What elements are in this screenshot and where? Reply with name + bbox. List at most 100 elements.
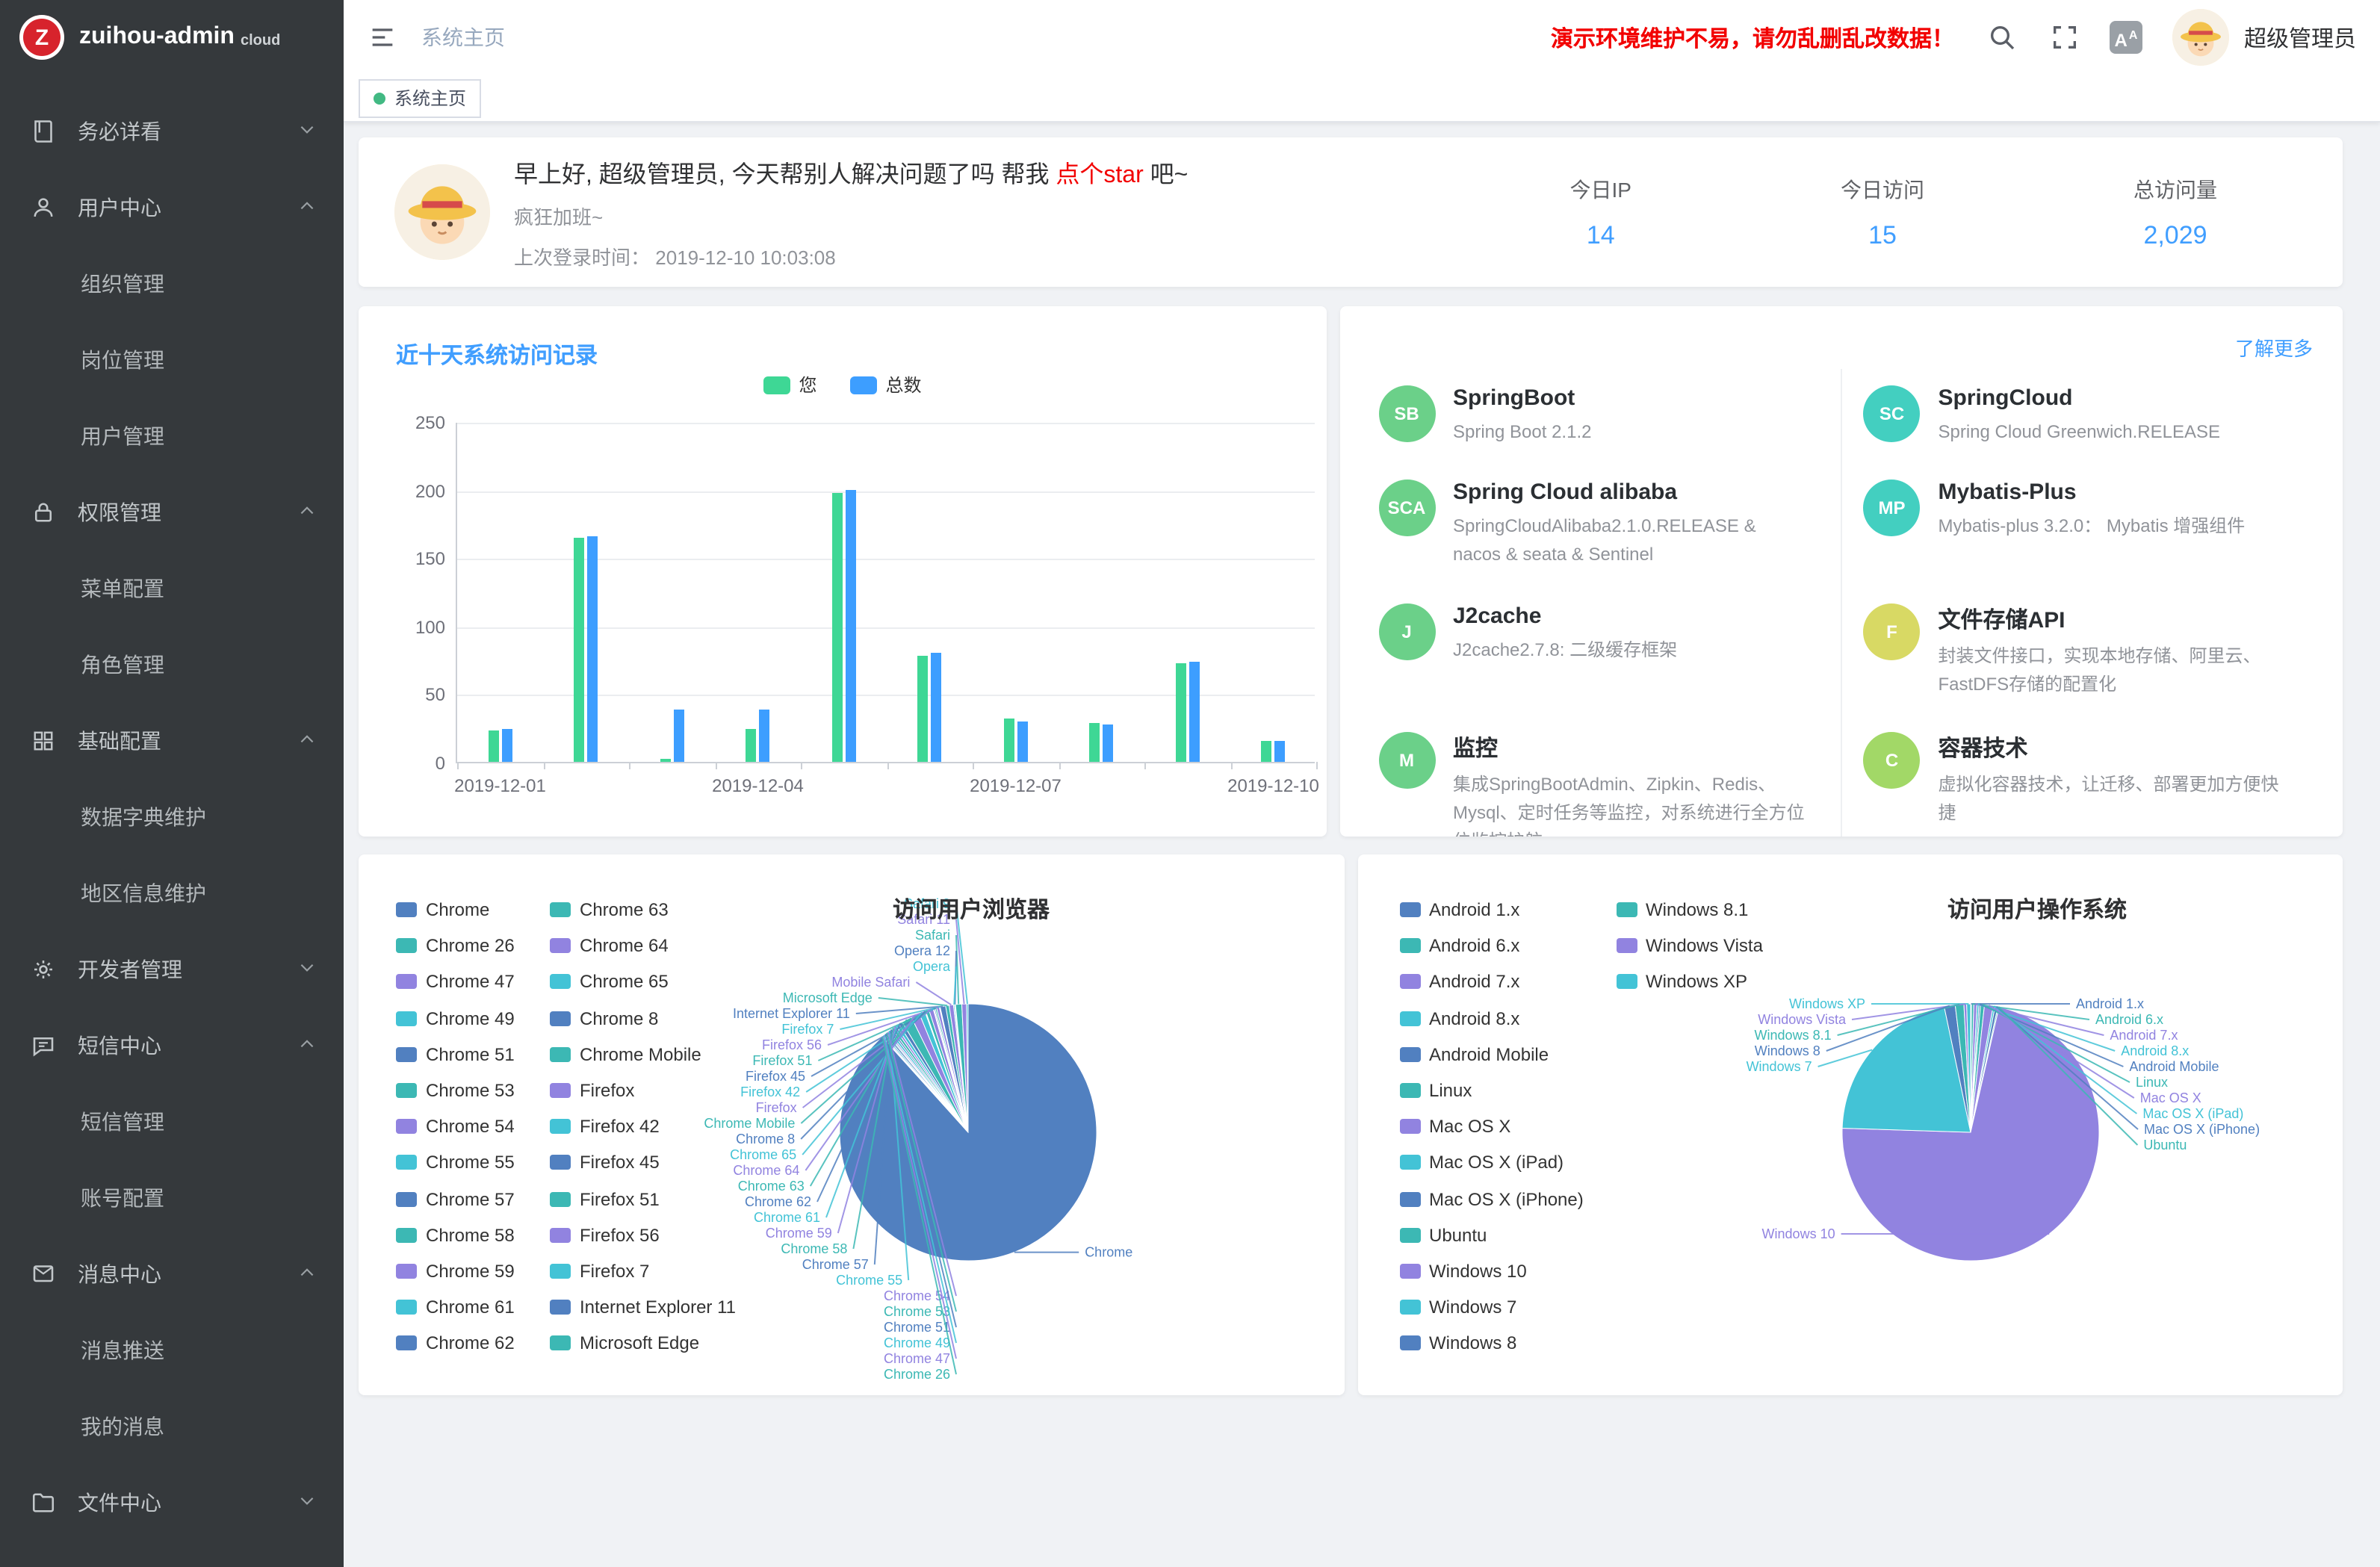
legend-item-Chrome-59[interactable]: Chrome 59 [396,1261,515,1282]
legend-item-Windows-XP[interactable]: Windows XP [1616,972,1747,993]
sidebar-subitem-1-1[interactable]: 岗位管理 [0,321,344,397]
breadcrumb[interactable]: 系统主页 [421,22,505,52]
legend-item-Android-7-x[interactable]: Android 7.x [1399,972,1519,993]
sidebar-subitem-3-0[interactable]: 数据字典维护 [0,778,344,854]
legend-item-Chrome-26[interactable]: Chrome 26 [396,935,515,956]
legend-item-Chrome-65[interactable]: Chrome 65 [550,972,669,993]
bar-总数-0[interactable] [502,729,512,762]
x-axis-label: 2019-12-04 [695,775,821,796]
sidebar-item-4[interactable]: 开发者管理 [0,931,344,1007]
legend-item-Chrome[interactable]: Chrome [396,899,489,920]
bar-总数-5[interactable] [932,653,942,762]
bar-您-8[interactable] [1176,664,1186,762]
sidebar-item-7[interactable]: 文件中心 [0,1464,344,1540]
legend-item-Ubuntu[interactable]: Ubuntu [1399,1225,1487,1246]
legend-item-Mac-OS-X-iPad-[interactable]: Mac OS X (iPad) [1399,1152,1564,1173]
legend-item-Chrome-64[interactable]: Chrome 64 [550,935,669,956]
legend-item-Linux[interactable]: Linux [1399,1080,1472,1101]
sidebar-subitem-3-1[interactable]: 地区信息维护 [0,854,344,931]
legend-item-Windows-8[interactable]: Windows 8 [1399,1333,1516,1354]
bar-总数-7[interactable] [1103,725,1114,762]
legend-item-Chrome-62[interactable]: Chrome 62 [396,1333,515,1354]
sidebar-subitem-1-2[interactable]: 用户管理 [0,397,344,474]
legend-item-Chrome-49[interactable]: Chrome 49 [396,1008,515,1028]
legend-item-Chrome-54[interactable]: Chrome 54 [396,1116,515,1137]
hamburger-icon[interactable] [368,22,397,52]
legend-item-Firefox-56[interactable]: Firefox 56 [550,1225,660,1246]
legend-item-Windows-Vista[interactable]: Windows Vista [1616,935,1763,956]
sidebar-item-1[interactable]: 用户中心 [0,169,344,245]
sidebar-subitem-2-0[interactable]: 菜单配置 [0,550,344,626]
stat-value[interactable]: 15 [1841,220,1924,250]
bar-您-7[interactable] [1090,724,1100,762]
bar-您-2[interactable] [660,759,671,762]
bar-您-3[interactable] [746,729,757,762]
bar-您-9[interactable] [1262,742,1272,762]
bar-您-1[interactable] [574,537,585,762]
bar-您-5[interactable] [918,656,929,762]
legend-item-Firefox-45[interactable]: Firefox 45 [550,1152,660,1173]
fullscreen-icon[interactable] [2050,22,2080,52]
bar-总数-8[interactable] [1189,663,1200,762]
legend-item-Chrome-57[interactable]: Chrome 57 [396,1188,515,1209]
bar-总数-9[interactable] [1275,742,1286,762]
bar-总数-4[interactable] [846,489,856,762]
legend-item-Microsoft-Edge[interactable]: Microsoft Edge [550,1333,699,1354]
sidebar-subitem-5-0[interactable]: 短信管理 [0,1083,344,1159]
legend-item-Android-Mobile[interactable]: Android Mobile [1399,1044,1549,1065]
legend-item-Windows-8-1[interactable]: Windows 8.1 [1616,899,1748,920]
legend-item-Chrome-53[interactable]: Chrome 53 [396,1080,515,1101]
legend-item-Chrome-8[interactable]: Chrome 8 [550,1008,658,1028]
legend-item-Chrome-61[interactable]: Chrome 61 [396,1297,515,1318]
stat-value[interactable]: 14 [1570,220,1631,250]
bar-总数-1[interactable] [588,536,598,762]
bar-总数-6[interactable] [1017,721,1028,762]
avatar[interactable] [2172,9,2229,66]
legend-item-总数[interactable]: 总数 [850,372,922,397]
sidebar-subitem-6-0[interactable]: 消息推送 [0,1312,344,1388]
sidebar-item-2[interactable]: 权限管理 [0,474,344,550]
legend-item-Chrome-51[interactable]: Chrome 51 [396,1044,515,1065]
legend-item-Internet-Explorer-11[interactable]: Internet Explorer 11 [550,1297,736,1318]
legend-item-Chrome-58[interactable]: Chrome 58 [396,1225,515,1246]
bar-总数-2[interactable] [674,710,684,762]
bar-您-4[interactable] [832,494,843,762]
legend-item-Mac-OS-X[interactable]: Mac OS X [1399,1116,1510,1137]
bar-您-6[interactable] [1004,719,1014,762]
legend-item-Firefox-7[interactable]: Firefox 7 [550,1261,649,1282]
bar-总数-3[interactable] [760,710,770,762]
legend-item-Chrome-63[interactable]: Chrome 63 [550,899,669,920]
font-size-icon[interactable]: AA [2110,21,2142,54]
pie-slice-label: Chrome 57 [802,1257,869,1272]
legend-item-Chrome-Mobile[interactable]: Chrome Mobile [550,1044,701,1065]
sidebar-item-3[interactable]: 基础配置 [0,702,344,778]
sidebar-subitem-1-0[interactable]: 组织管理 [0,245,344,321]
legend-item-Chrome-55[interactable]: Chrome 55 [396,1152,515,1173]
legend-item-Chrome-47[interactable]: Chrome 47 [396,972,515,993]
legend-item-Mac-OS-X-iPhone-[interactable]: Mac OS X (iPhone) [1399,1188,1584,1209]
sidebar-item-6[interactable]: 消息中心 [0,1235,344,1312]
sidebar-subitem-6-1[interactable]: 我的消息 [0,1388,344,1464]
sidebar-item-0[interactable]: 务必详看 [0,93,344,169]
tab-0[interactable]: 系统主页 [359,78,481,117]
stat-value[interactable]: 2,029 [2133,220,2217,250]
legend-item-Firefox-42[interactable]: Firefox 42 [550,1116,660,1137]
logo[interactable]: Z zuihou-admin cloud [0,0,344,75]
legend-item-Firefox-51[interactable]: Firefox 51 [550,1188,660,1209]
bar-您-0[interactable] [489,730,499,762]
star-link[interactable]: 点个star [1056,163,1143,188]
sidebar-item-5[interactable]: 短信中心 [0,1007,344,1083]
legend-item-Android-1-x[interactable]: Android 1.x [1399,899,1519,920]
search-icon[interactable] [1987,22,2017,52]
sidebar-subitem-2-1[interactable]: 角色管理 [0,626,344,702]
legend-item-Windows-10[interactable]: Windows 10 [1399,1261,1527,1282]
sidebar-subitem-5-1[interactable]: 账号配置 [0,1159,344,1235]
tech-info: SpringBootSpring Boot 2.1.2 [1453,385,1606,447]
legend-item-Android-8-x[interactable]: Android 8.x [1399,1008,1519,1028]
legend-item-您[interactable]: 您 [763,372,816,397]
legend-item-Firefox[interactable]: Firefox [550,1080,634,1101]
learn-more-link[interactable]: 了解更多 [2235,333,2313,362]
legend-item-Windows-7[interactable]: Windows 7 [1399,1297,1516,1318]
username[interactable]: 超级管理员 [2244,22,2356,53]
legend-item-Android-6-x[interactable]: Android 6.x [1399,935,1519,956]
